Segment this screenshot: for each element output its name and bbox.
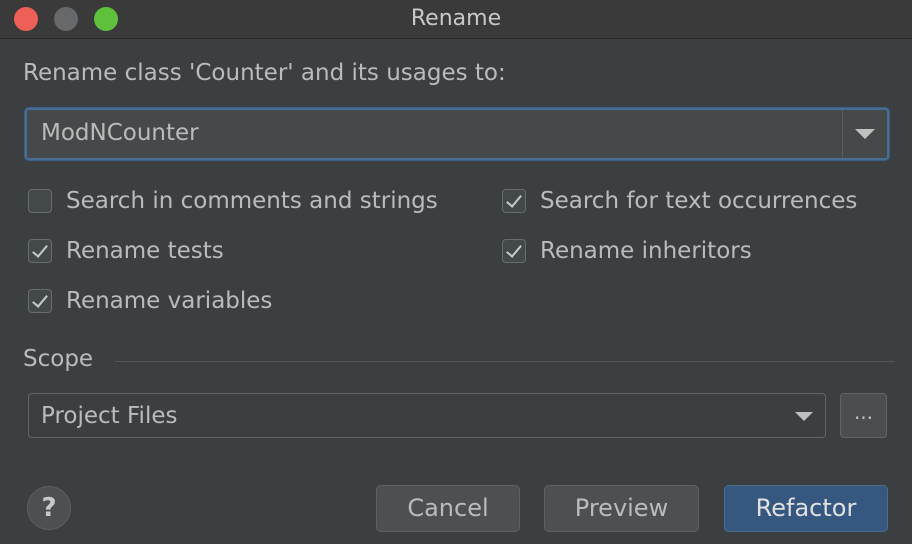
option-label: Rename tests bbox=[66, 238, 224, 264]
checkbox-icon[interactable] bbox=[502, 189, 526, 213]
option-label: Search for text occurrences bbox=[540, 188, 858, 214]
scope-heading: Scope bbox=[23, 346, 94, 372]
option-search-comments-strings[interactable]: Search in comments and strings bbox=[28, 186, 438, 216]
option-rename-inheritors[interactable]: Rename inheritors bbox=[502, 236, 752, 266]
chevron-down-icon[interactable] bbox=[795, 412, 813, 421]
scope-divider bbox=[115, 361, 894, 362]
scope-browse-button[interactable]: ... bbox=[840, 393, 887, 438]
refactor-button[interactable]: Refactor bbox=[724, 485, 888, 532]
scope-select[interactable]: Project Files bbox=[28, 393, 826, 438]
chevron-down-icon[interactable] bbox=[855, 129, 875, 139]
option-rename-tests[interactable]: Rename tests bbox=[28, 236, 224, 266]
option-search-text-occurrences[interactable]: Search for text occurrences bbox=[502, 186, 857, 216]
checkbox-icon[interactable] bbox=[28, 189, 52, 213]
option-rename-variables[interactable]: Rename variables bbox=[28, 286, 272, 316]
new-name-combobox[interactable]: ModNCounter bbox=[25, 108, 889, 160]
combo-divider bbox=[842, 110, 843, 158]
help-button[interactable]: ? bbox=[27, 486, 71, 530]
option-label: Rename variables bbox=[66, 288, 273, 314]
option-label: Rename inheritors bbox=[540, 238, 752, 264]
preview-button[interactable]: Preview bbox=[544, 485, 699, 532]
rename-prompt-label: Rename class 'Counter' and its usages to… bbox=[23, 60, 506, 86]
checkbox-icon[interactable] bbox=[28, 289, 52, 313]
checkbox-icon[interactable] bbox=[502, 239, 526, 263]
new-name-input[interactable]: ModNCounter bbox=[41, 120, 199, 146]
cancel-button[interactable]: Cancel bbox=[376, 485, 520, 532]
checkbox-icon[interactable] bbox=[28, 239, 52, 263]
window-title: Rename bbox=[410, 6, 502, 31]
scope-selected-value: Project Files bbox=[41, 403, 178, 429]
option-label: Search in comments and strings bbox=[66, 188, 438, 214]
title-bar: Rename bbox=[0, 0, 912, 39]
